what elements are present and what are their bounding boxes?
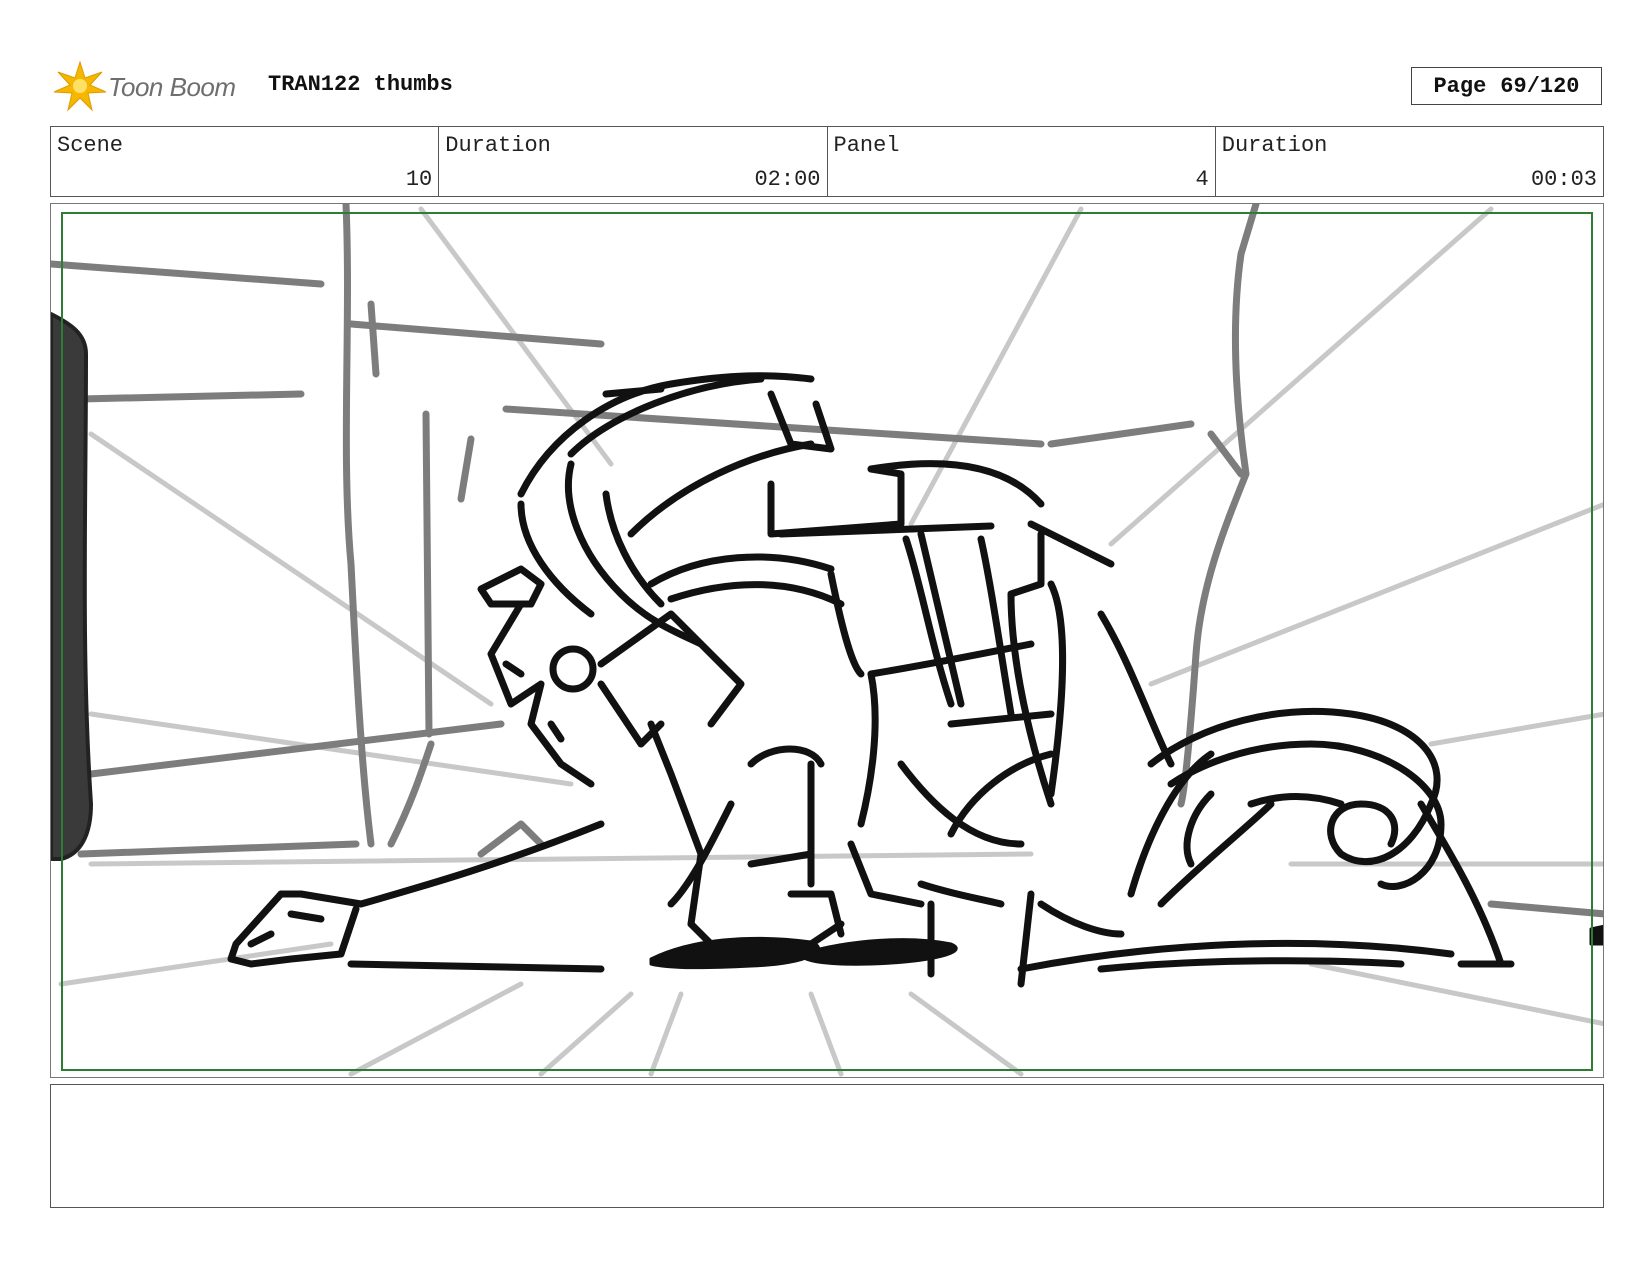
panel-duration-cell: Duration 00:03 (1216, 127, 1603, 196)
panel-value: 4 (1195, 167, 1209, 192)
page-label: Page (1433, 73, 1487, 99)
page-indicator: Page 69/120 (1411, 67, 1602, 105)
scene-duration-cell: Duration 02:00 (439, 127, 828, 196)
scene-value: 10 (405, 167, 433, 192)
toon-boom-logo: Toon Boom (52, 58, 252, 114)
panel-duration-label: Duration (1221, 133, 1328, 158)
panel-duration-value: 00:03 (1530, 167, 1597, 192)
left-pillar (51, 312, 93, 861)
scene-duration-value: 02:00 (754, 167, 821, 192)
scene-duration-label: Duration (445, 133, 551, 158)
scene-label: Scene (57, 133, 124, 158)
storyboard-panel (50, 203, 1604, 1078)
scene-info-table: Scene 10 Duration 02:00 Panel 4 Duration… (50, 126, 1604, 197)
panel-cell: Panel 4 (828, 127, 1216, 196)
scene-cell: Scene 10 (51, 127, 440, 196)
document-title: TRAN122 thumbs (268, 72, 453, 97)
logo-wordmark: Toon Boom (108, 72, 236, 102)
panel-notes-box (50, 1084, 1604, 1208)
starburst-icon (53, 60, 107, 112)
panel-label: Panel (833, 133, 900, 158)
storyboard-sketch (51, 204, 1603, 1077)
page-number: 69/120 (1500, 73, 1580, 99)
